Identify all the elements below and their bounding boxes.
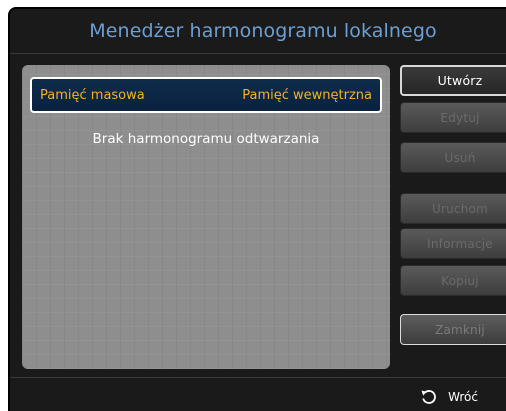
copy-button[interactable]: Kopiuj <box>400 265 506 296</box>
edit-button[interactable]: Edytuj <box>400 102 506 133</box>
footer-divider <box>10 377 506 378</box>
storage-value: Pamięć wewnętrzna <box>242 87 372 103</box>
delete-button[interactable]: Usuń <box>400 142 506 173</box>
run-button[interactable]: Uruchom <box>400 193 506 224</box>
schedule-manager-screen: Menedżer harmonogramu lokalnego Pamięć m… <box>8 7 506 411</box>
title-divider <box>10 53 506 54</box>
info-button[interactable]: Informacje <box>400 228 506 259</box>
storage-label: Pamięć masowa <box>40 87 145 103</box>
create-button[interactable]: Utwórz <box>400 65 506 96</box>
schedule-list-panel: Pamięć masowa Pamięć wewnętrzna Brak har… <box>22 65 390 369</box>
return-arrow-icon <box>421 390 436 404</box>
close-button[interactable]: Zamknij <box>400 314 506 345</box>
storage-selector[interactable]: Pamięć masowa Pamięć wewnętrzna <box>30 77 382 113</box>
page-title: Menedżer harmonogramu lokalnego <box>89 20 437 42</box>
empty-schedule-message: Brak harmonogramu odtwarzania <box>92 131 320 147</box>
back-control[interactable]: Wróć <box>420 384 478 410</box>
back-label: Wróć <box>448 390 478 404</box>
